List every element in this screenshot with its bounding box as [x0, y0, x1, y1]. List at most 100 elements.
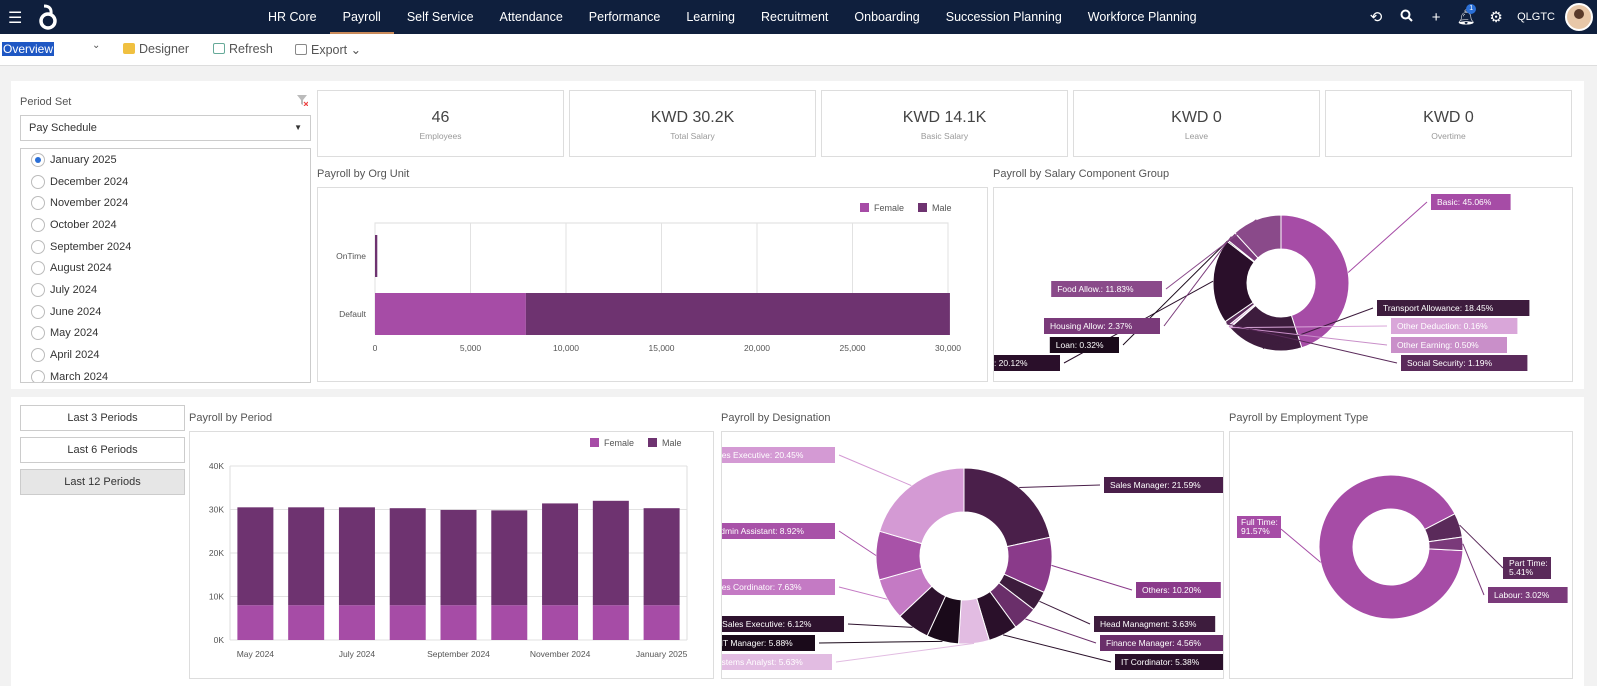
designer-button[interactable]: Designer: [123, 42, 189, 56]
x-tick-label: 5,000: [460, 343, 482, 353]
radio-icon[interactable]: [31, 239, 45, 254]
bar-segment: [491, 605, 528, 640]
period-item[interactable]: November 2024: [21, 192, 310, 214]
org-name[interactable]: QLGTC: [1517, 11, 1555, 23]
callout-line: [1002, 634, 1112, 663]
radio-icon[interactable]: [31, 261, 45, 276]
nav-workforce-planning[interactable]: Workforce Planning: [1075, 0, 1210, 34]
radio-icon[interactable]: [31, 217, 45, 232]
org-unit-chart: Female Male 0 5,000 10,000 15,000 20,000 25,000…: [336, 203, 961, 353]
employment-type-chart: Full Time:91.57%Part Time:5.41%Labour: 3…: [1237, 474, 1568, 620]
data-label: Loan: 0.32%: [1056, 340, 1104, 350]
period-item[interactable]: October 2024: [21, 214, 310, 236]
period-item[interactable]: July 2024: [21, 279, 310, 301]
designer-icon: [123, 43, 135, 54]
nav-onboarding[interactable]: Onboarding: [841, 0, 932, 34]
data-label: IT Manager: 5.88%: [722, 638, 793, 648]
refresh-button[interactable]: Refresh: [213, 42, 273, 56]
bar-segment: [643, 508, 680, 606]
bar-segment: [542, 503, 579, 606]
bar-segment: [643, 605, 680, 640]
last-3-periods-button[interactable]: Last 3 Periods: [20, 405, 185, 431]
nav-payroll[interactable]: Payroll: [329, 0, 394, 34]
clear-filter-icon[interactable]: [297, 95, 308, 106]
data-label: IT Cordinator: 5.38%: [1121, 657, 1200, 667]
radio-icon[interactable]: [31, 282, 45, 297]
data-label: Basic: 45.06%: [1437, 197, 1492, 207]
dashboard-select[interactable]: Overview: [2, 42, 106, 58]
chevron-down-icon[interactable]: ⌄: [92, 40, 100, 51]
nav-attendance[interactable]: Attendance: [487, 0, 576, 34]
bar-segment: [288, 507, 325, 606]
bar-segment: [237, 507, 274, 606]
data-label: Sales Cordinator: 7.63%: [722, 582, 802, 592]
hamburger-menu-icon[interactable]: ☰: [8, 8, 22, 28]
callout-line: [1025, 618, 1097, 644]
y-tick-label: 20K: [209, 548, 224, 558]
legend-label: Female: [604, 438, 634, 448]
x-tick-label: January 2025: [636, 649, 688, 659]
avatar[interactable]: [1565, 3, 1593, 31]
callout-line: [1039, 600, 1091, 625]
x-tick-label: 15,000: [649, 343, 675, 353]
x-tick-label: 30,000: [935, 343, 961, 353]
data-label: Social Security: 1.19%: [1407, 358, 1492, 368]
kpi-leave: KWD 0 Leave: [1073, 90, 1320, 157]
bell-icon[interactable]: 🔔︎ 1: [1451, 4, 1481, 26]
nav-self-service[interactable]: Self Service: [394, 0, 487, 34]
period-list[interactable]: January 2025 December 2024 November 2024…: [20, 148, 311, 383]
radio-icon[interactable]: [31, 348, 45, 363]
last-6-periods-button[interactable]: Last 6 Periods: [20, 437, 185, 463]
component-chart-title: Payroll by Salary Component Group: [993, 168, 1170, 180]
kpi-employees: 46 Employees: [317, 90, 564, 157]
radio-icon[interactable]: [31, 174, 45, 189]
last-12-periods-button[interactable]: Last 12 Periods: [20, 469, 185, 495]
designation-chart-card: Sales Manager: 21.59% Others: 10.20% Head …: [702, 431, 1231, 679]
nav-succession-planning[interactable]: Succession Planning: [933, 0, 1075, 34]
period-item[interactable]: August 2024: [21, 257, 310, 279]
gear-icon[interactable]: ⚙: [1481, 8, 1511, 26]
data-label: Other Earning: 0.50%: [1397, 340, 1479, 350]
app-logo[interactable]: [38, 3, 58, 34]
nav-recruitment[interactable]: Recruitment: [748, 0, 841, 34]
bar-segment: [592, 605, 629, 640]
radio-icon[interactable]: [31, 304, 45, 319]
notification-count-badge: 1: [1466, 4, 1477, 14]
y-tick-label: Default: [339, 309, 367, 319]
bar-segment: [525, 293, 950, 335]
org-chart-title: Payroll by Org Unit: [317, 168, 410, 180]
export-button[interactable]: Export ⌄: [295, 42, 361, 57]
radio-icon[interactable]: [31, 196, 45, 211]
period-item[interactable]: September 2024: [21, 236, 310, 258]
period-item[interactable]: April 2024: [21, 344, 310, 366]
period-item[interactable]: January 2025: [21, 149, 310, 171]
org-chart-card: Female Male 0 5,000 10,000 15,000 20,000 25,000…: [317, 187, 988, 382]
data-label: Other Deduction: 0.16%: [1397, 321, 1488, 331]
period-item[interactable]: May 2024: [21, 323, 310, 345]
nav-learning[interactable]: Learning: [673, 0, 748, 34]
legend-swatch: [590, 438, 599, 447]
data-label: Labour: 3.02%: [1494, 590, 1550, 600]
component-chart-card: Basic: 45.06% Transport Allowance: 18.45%…: [938, 187, 1573, 382]
x-tick-label: 10,000: [553, 343, 579, 353]
dashboard-toolbar: Overview ⌄ Designer Refresh Export ⌄: [0, 34, 1597, 66]
radio-icon[interactable]: [31, 326, 45, 341]
period-item[interactable]: December 2024: [21, 171, 310, 193]
legend-label: Male: [662, 438, 682, 448]
employment-chart-title: Payroll by Employment Type: [1229, 412, 1369, 424]
bar-segment: [440, 509, 477, 606]
period-item[interactable]: March 2024: [21, 366, 310, 382]
callout-line: [1459, 524, 1504, 569]
period-item[interactable]: June 2024: [21, 301, 310, 323]
radio-selected-icon[interactable]: [31, 152, 45, 167]
search-icon[interactable]: [1391, 9, 1421, 26]
callout-line: [838, 454, 912, 487]
bar-segment: [389, 508, 426, 606]
nav-hr-core[interactable]: HR Core: [255, 0, 330, 34]
data-label: Finance Manager: 4.56%: [1106, 638, 1201, 648]
add-icon[interactable]: +: [1421, 9, 1451, 26]
history-icon[interactable]: ⟲: [1361, 8, 1391, 26]
radio-icon[interactable]: [31, 369, 45, 382]
nav-performance[interactable]: Performance: [576, 0, 674, 34]
pay-schedule-select[interactable]: Pay Schedule ▼: [20, 115, 311, 141]
